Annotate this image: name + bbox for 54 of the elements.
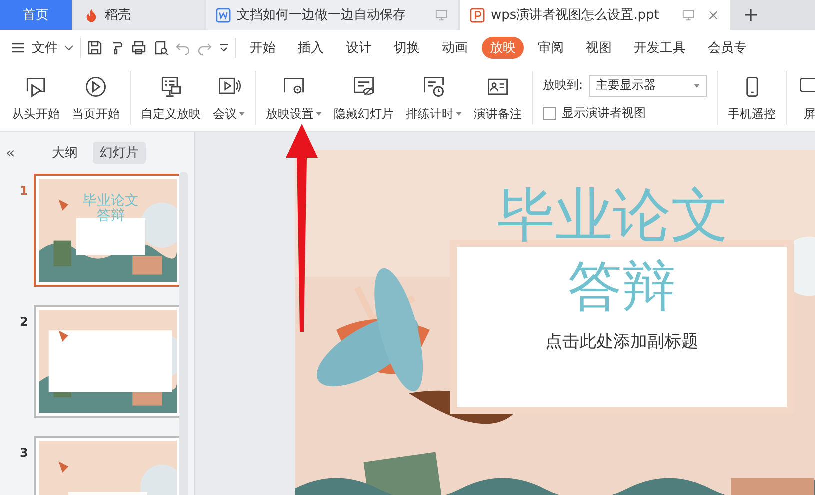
caret-icon <box>456 112 462 116</box>
panel-tab[interactable]: 幻灯片 <box>93 142 146 164</box>
slide-number: 2 <box>20 315 26 329</box>
ribbon-tab[interactable]: 动画 <box>434 36 476 58</box>
add-tab-icon[interactable] <box>744 8 758 22</box>
slide-title: 答辩 <box>568 254 676 320</box>
chevron-down-icon[interactable] <box>64 42 74 52</box>
document-tab[interactable]: 首页 <box>0 0 72 30</box>
ribbon-tab[interactable]: 开始 <box>242 36 284 58</box>
ribbon-button[interactable]: 手机遥控 <box>722 72 782 124</box>
print-preview-icon[interactable] <box>153 40 169 56</box>
ribbon-tab[interactable]: 设计 <box>338 36 380 58</box>
save-icon[interactable] <box>87 40 103 56</box>
ribbon-button[interactable]: 当页开始 <box>66 72 126 124</box>
monitor-icon[interactable] <box>435 8 448 22</box>
scrollbar[interactable] <box>179 172 188 495</box>
panel-tab[interactable]: 大纲 <box>45 142 86 164</box>
caret-icon <box>316 112 322 116</box>
ribbon-button[interactable]: 放映设置 <box>260 72 328 124</box>
slide-title: 毕业论文 <box>497 180 729 251</box>
monitor-dropdown[interactable]: 主要显示器 <box>589 74 708 96</box>
document-tab[interactable]: 稻壳 <box>74 0 204 30</box>
ribbon-tab[interactable]: 插入 <box>290 36 332 58</box>
close-icon[interactable] <box>707 8 720 22</box>
monitor-icon[interactable] <box>682 8 695 22</box>
collapse-button[interactable]: « <box>6 144 16 162</box>
ribbon-button[interactable]: 隐藏幻灯片 <box>328 72 400 124</box>
slide-number: 3 <box>20 446 26 460</box>
checkbox[interactable] <box>543 106 556 120</box>
ribbon-button[interactable]: 从头开始 <box>6 72 66 124</box>
thumbnail-title: 毕业论文答辩 <box>82 194 140 225</box>
chevron-down-icon[interactable] <box>219 42 229 52</box>
flame-icon <box>84 8 99 22</box>
ribbon-button[interactable]: 演讲备注 <box>468 72 528 124</box>
caret-icon <box>239 112 245 116</box>
document-tab[interactable]: wps演讲者视图怎么设置.ppt <box>460 0 730 30</box>
checkbox-label: 显示演讲者视图 <box>562 104 646 122</box>
ribbon-button[interactable]: 自定义放映 <box>135 72 207 124</box>
ribbon-tab[interactable]: 视图 <box>578 36 620 58</box>
ribbon-button[interactable]: 会议 <box>207 72 251 124</box>
ribbon-tab[interactable]: 切换 <box>386 36 428 58</box>
print-icon[interactable] <box>131 40 147 56</box>
document-icon <box>216 8 231 22</box>
subtitle-placeholder[interactable]: 点击此处添加副标题 <box>546 330 698 353</box>
file-menu[interactable]: 文件 <box>32 38 58 56</box>
ribbon-tab[interactable]: 审阅 <box>530 36 572 58</box>
display-to-label: 放映到: <box>543 77 584 94</box>
presentation-icon <box>470 8 485 22</box>
slide-number: 1 <box>20 184 26 198</box>
ribbon-button[interactable]: 排练计时 <box>400 72 468 124</box>
ribbon-tab[interactable]: 开发工具 <box>626 36 694 58</box>
ribbon-tab[interactable]: 会员专 <box>700 36 755 58</box>
document-tab[interactable]: 文挡如何一边做一边自动保存 <box>206 0 458 30</box>
caret-icon <box>694 84 700 88</box>
